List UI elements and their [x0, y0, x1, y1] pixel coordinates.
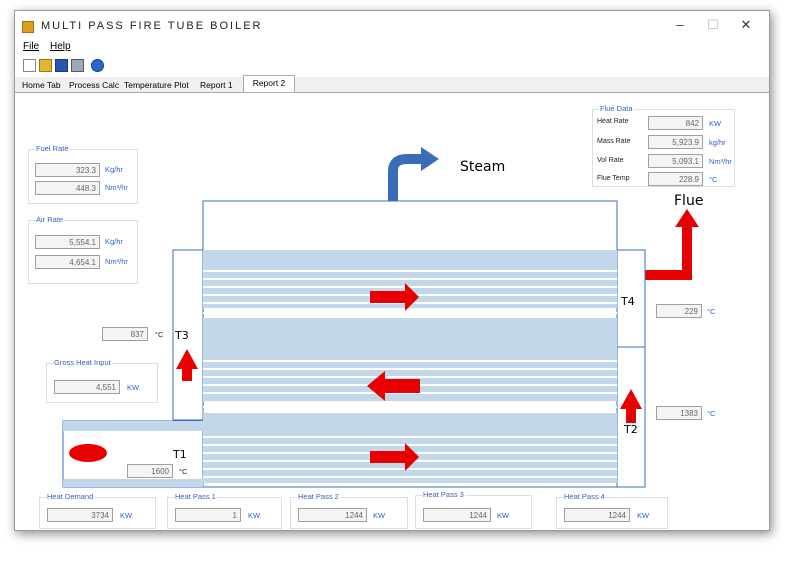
- t1-temp-field[interactable]: 1600: [127, 464, 173, 478]
- steam-label: Steam: [460, 159, 506, 175]
- heat-pass-4-label: Heat Pass 4: [563, 492, 606, 501]
- t4-temp-unit: °C: [707, 307, 716, 316]
- t3-temp-field[interactable]: 837: [102, 327, 148, 341]
- title-bar: MULTI PASS FIRE TUBE BOILER – ☐ ✕: [15, 11, 769, 39]
- tab-strip: Home Tab Process Calc Temperature Plot R…: [15, 75, 769, 93]
- steam-arrow-icon: [421, 147, 439, 171]
- heat-pass-2-unit: KW: [373, 511, 386, 520]
- heat-pass-1-group: Heat Pass 1 1 KW: [167, 492, 282, 529]
- t2-temp-field[interactable]: 1383: [656, 406, 702, 420]
- save-icon[interactable]: [55, 59, 68, 72]
- window-title: MULTI PASS FIRE TUBE BOILER: [41, 20, 263, 32]
- t4-label: T4: [621, 295, 635, 308]
- heat-pass-4-group: Heat Pass 4 1244 KW: [556, 492, 668, 529]
- heat-pass-2-field[interactable]: 1244: [298, 508, 367, 522]
- heat-demand-field[interactable]: 3734: [47, 508, 113, 522]
- heat-pass-2-label: Heat Pass 2: [297, 492, 340, 501]
- furnace-band-bottom: [63, 479, 203, 487]
- app-icon: [22, 21, 34, 33]
- t1-temp-unit: °C: [179, 467, 188, 476]
- toolbar: [15, 55, 769, 77]
- t1-label: T1: [173, 448, 187, 461]
- heat-pass-3-unit: KW: [497, 511, 510, 520]
- heat-pass-1-label: Heat Pass 1: [174, 492, 217, 501]
- help-icon[interactable]: [91, 59, 104, 72]
- t2-temp-unit: °C: [707, 409, 716, 418]
- menu-help[interactable]: Help: [50, 41, 71, 52]
- heat-demand-label: Heat Demand: [46, 492, 95, 501]
- print-icon[interactable]: [71, 59, 84, 72]
- heat-pass-4-field[interactable]: 1244: [564, 508, 630, 522]
- tab-report-1[interactable]: Report 1: [197, 78, 236, 93]
- tab-report-2[interactable]: Report 2: [243, 75, 295, 92]
- steam-pipe: [388, 154, 423, 201]
- heat-demand-unit: KW: [120, 511, 133, 520]
- tab-process-calc[interactable]: Process Calc: [66, 78, 122, 93]
- new-icon[interactable]: [23, 59, 36, 72]
- app-window: MULTI PASS FIRE TUBE BOILER – ☐ ✕ File H…: [14, 10, 770, 531]
- close-button[interactable]: ✕: [736, 17, 756, 33]
- maximize-button[interactable]: ☐: [703, 17, 723, 33]
- flue-arrow-icon: [675, 209, 699, 227]
- tab-home[interactable]: Home Tab: [19, 78, 64, 93]
- open-icon[interactable]: [39, 59, 52, 72]
- burner-flame-icon: [69, 444, 107, 462]
- menu-file[interactable]: File: [23, 41, 39, 52]
- heat-pass-3-field[interactable]: 1244: [423, 508, 491, 522]
- heat-pass-4-unit: KW: [637, 511, 650, 520]
- flue-label: Flue: [674, 193, 704, 209]
- heat-pass-3-label: Heat Pass 3: [422, 490, 465, 499]
- minimize-button[interactable]: –: [670, 17, 690, 32]
- heat-pass-3-group: Heat Pass 3 1244 KW: [415, 490, 532, 529]
- report-canvas: Fuel Rate 323.3 Kg/hr 448.3 Nm³/hr Air R…: [15, 93, 769, 530]
- tab-temperature-plot[interactable]: Temperature Plot: [121, 78, 192, 93]
- t3-label: T3: [175, 329, 189, 342]
- heat-pass-1-unit: KW: [248, 511, 261, 520]
- heat-pass-2-group: Heat Pass 2 1244 KW: [290, 492, 408, 529]
- furnace-band-top: [63, 421, 203, 431]
- t2-label: T2: [624, 423, 638, 436]
- heat-pass-1-field[interactable]: 1: [175, 508, 241, 522]
- flue-pipe: [645, 225, 692, 280]
- menu-bar: File Help: [15, 39, 769, 55]
- t3-temp-unit: °C: [155, 330, 164, 339]
- t4-temp-field[interactable]: 229: [656, 304, 702, 318]
- heat-demand-group: Heat Demand 3734 KW: [39, 492, 156, 529]
